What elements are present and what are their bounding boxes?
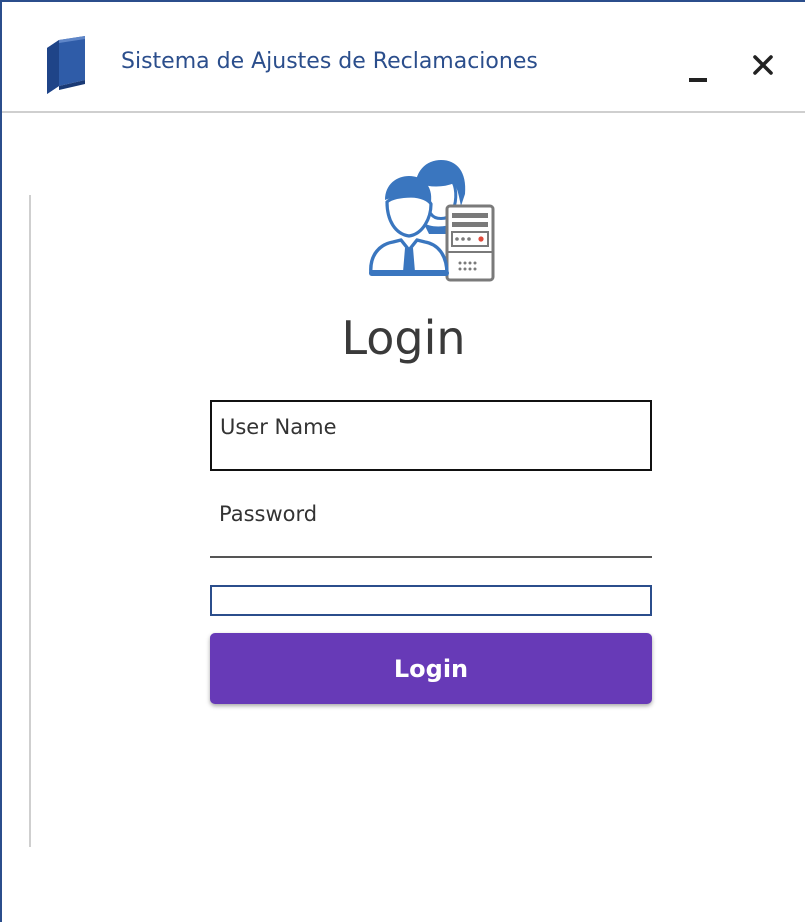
minimize-icon bbox=[689, 78, 707, 82]
extra-input-box[interactable] bbox=[210, 585, 652, 616]
username-field[interactable]: User Name bbox=[210, 400, 652, 471]
login-heading: Login bbox=[341, 311, 466, 365]
username-input[interactable] bbox=[212, 402, 650, 469]
password-field[interactable]: Password bbox=[210, 492, 652, 558]
app-window: Sistema de Ajustes de Reclamaciones Logi… bbox=[0, 0, 805, 922]
book-icon bbox=[47, 36, 85, 94]
close-button[interactable] bbox=[742, 46, 782, 86]
minimize-button[interactable] bbox=[678, 46, 718, 86]
close-icon bbox=[753, 55, 773, 75]
users-server-icon bbox=[369, 160, 495, 282]
password-input[interactable] bbox=[210, 492, 652, 556]
window-title: Sistema de Ajustes de Reclamaciones bbox=[121, 49, 538, 74]
left-divider bbox=[29, 195, 31, 847]
title-bar: Sistema de Ajustes de Reclamaciones bbox=[2, 2, 805, 113]
login-button[interactable]: Login bbox=[210, 633, 652, 704]
